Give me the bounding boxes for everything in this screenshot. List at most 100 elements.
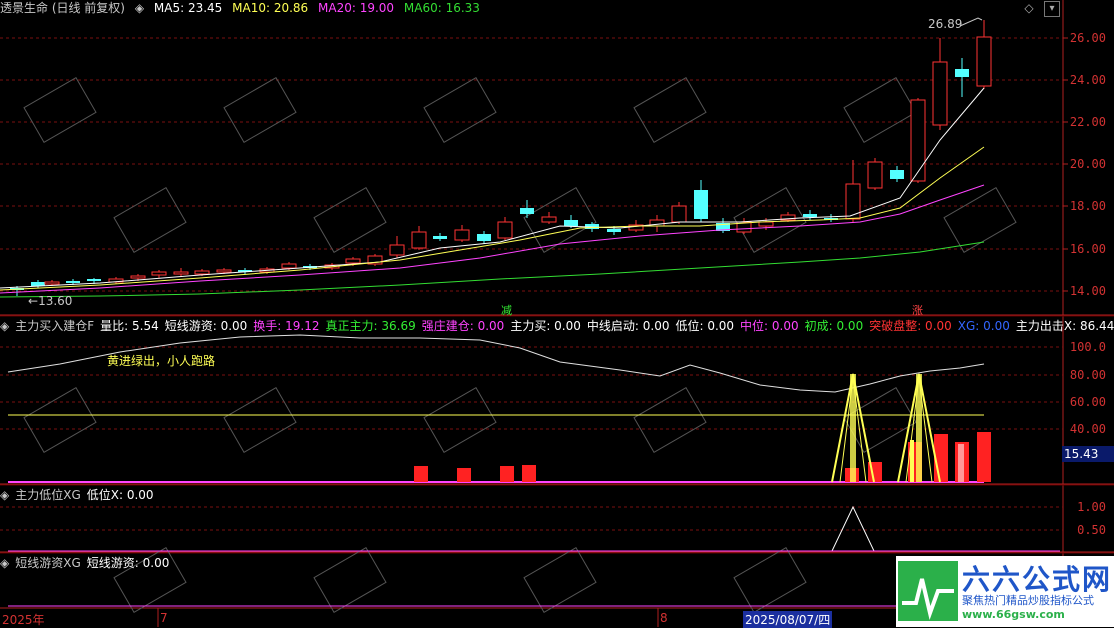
candle-body xyxy=(44,281,60,285)
candle-body xyxy=(389,244,405,256)
candle-body xyxy=(671,205,687,223)
watermark-logo-icon xyxy=(523,186,597,254)
price-axis-tick-5: 16.00 xyxy=(1069,242,1106,256)
watermark-logo-icon xyxy=(113,186,187,254)
price-axis-tick-6: 14.00 xyxy=(1069,284,1106,298)
candle-body xyxy=(607,229,621,232)
watermark-logo-icon xyxy=(633,76,707,144)
candle-body xyxy=(130,275,146,279)
ma20-value: MA20: 19.00 xyxy=(318,1,395,15)
panel2-field-10: 初成: 0.00 xyxy=(804,319,864,333)
candle-body xyxy=(433,236,447,239)
logo-url: www.66gsw.com xyxy=(962,608,1065,621)
candle-body xyxy=(867,161,883,189)
panel2-field-5: 强庄建仓: 0.00 xyxy=(421,319,505,333)
watermark-logo-icon xyxy=(523,546,597,614)
panel2-volume-bar xyxy=(977,432,991,482)
candle-body xyxy=(803,214,817,217)
price-low-value: 13.60 xyxy=(38,294,73,308)
panel2-current-value: 15.43 xyxy=(1062,446,1114,462)
indicator-toggle-icon[interactable]: ◈ xyxy=(0,556,9,570)
panel2-highlight-bar xyxy=(958,444,964,482)
panel4-header: ◈ 短线游资XG 短线游资: 0.00 xyxy=(0,555,175,571)
candle-body xyxy=(564,220,578,226)
panel3-axis-tick-1: 0.50 xyxy=(1077,523,1106,537)
price-axis-tick-1: 24.00 xyxy=(1069,73,1106,87)
panel4-field-0: 短线游资XG xyxy=(15,556,81,570)
candle-body xyxy=(477,234,491,241)
panel2-field-1: 量比: 5.54 xyxy=(100,319,159,333)
watermark-logo-icon xyxy=(633,386,707,454)
panel2-field-13: 主力出击X: 86.44 xyxy=(1015,319,1114,333)
panel2-field-0: 主力买入建仓F xyxy=(15,319,95,333)
watermark-logo-icon xyxy=(23,386,97,454)
candle-body xyxy=(454,229,470,241)
panel2-field-8: 低位: 0.00 xyxy=(675,319,735,333)
marker-zhang: 涨 xyxy=(912,304,923,317)
panel2-volume-bar xyxy=(414,466,428,482)
site-logo: 六六公式网 聚焦热门精品炒股指标公式 www.66gsw.com xyxy=(896,556,1114,627)
candle-body xyxy=(151,271,167,276)
indicator-toggle-icon[interactable]: ◈ xyxy=(0,319,9,333)
footer-year: 2025年 xyxy=(2,613,45,627)
ma60-value: MA60: 16.33 xyxy=(403,1,480,15)
panel2-axis-tick-2: 60.00 xyxy=(1069,395,1106,409)
panel2-field-4: 真正主力: 36.69 xyxy=(325,319,416,333)
candle-body xyxy=(541,216,557,223)
ma-toggle-icon[interactable]: ◈ xyxy=(135,1,144,15)
watermark-logo-icon xyxy=(843,76,917,144)
candle-body xyxy=(87,279,101,281)
price-axis-tick-3: 20.00 xyxy=(1069,157,1106,171)
candle-body xyxy=(173,271,189,275)
panel2-field-2: 短线游资: 0.00 xyxy=(164,319,248,333)
ma60-line xyxy=(0,241,985,298)
panel2-header: ◈ 主力买入建仓F 量比: 5.54 短线游资: 0.00 换手: 19.12 真正主力:… xyxy=(0,318,1114,334)
panel2-field-3: 换手: 19.12 xyxy=(253,319,320,333)
price-high-label: 26.89 xyxy=(928,17,963,31)
price-low-label: ←13.60 xyxy=(28,294,73,308)
watermark-logo-icon xyxy=(223,76,297,144)
panel2-note: 黄进绿出，小人跑路 xyxy=(107,354,216,368)
panel2-field-11: 突破盘整: 0.00 xyxy=(869,319,952,333)
watermark-logo-icon xyxy=(313,546,387,614)
watermark-logo-icon xyxy=(223,386,297,454)
indicator-toggle-icon[interactable]: ◈ xyxy=(0,488,9,502)
panel3-signal-line xyxy=(8,505,1060,552)
candle-body xyxy=(194,270,210,275)
panel2-axis-tick-1: 80.00 xyxy=(1069,368,1106,382)
scroll-down-icon[interactable]: ▾ xyxy=(1044,1,1060,17)
panel4-field-1: 短线游资: 0.00 xyxy=(86,556,170,570)
watermark-logo-icon xyxy=(313,186,387,254)
footer-month-8: 8 xyxy=(660,611,668,625)
panel3-header: ◈ 主力低位XG 低位X: 0.00 xyxy=(0,487,160,503)
ma10-value: MA10: 20.86 xyxy=(232,1,309,15)
price-high-arrow-icon xyxy=(959,17,983,27)
ma20-line xyxy=(0,184,985,294)
stock-title: 透景生命 (日线 前复权) xyxy=(0,1,125,15)
panel2-volume-bar xyxy=(500,466,514,482)
candle-body xyxy=(845,183,861,220)
chart-canvas[interactable] xyxy=(0,0,1114,627)
marker-jian: 减 xyxy=(501,304,512,317)
panel2-field-12: XG: 0.00 xyxy=(957,319,1010,333)
panel2-yellow-bar xyxy=(850,374,856,482)
candle-body xyxy=(345,258,361,264)
footer-cursor-date: 2025/08/07/四 xyxy=(743,611,833,628)
panel2-field-9: 中位: 0.00 xyxy=(740,319,799,333)
diamond-icon[interactable]: ◇ xyxy=(1022,1,1036,15)
panel2-yellow-bar xyxy=(910,440,914,482)
candle-body xyxy=(976,36,992,87)
logo-emblem-icon xyxy=(898,561,958,621)
panel3-field-0: 主力低位XG xyxy=(15,488,81,502)
watermark-logo-icon xyxy=(23,76,97,144)
panel2-volume-bar xyxy=(457,468,471,482)
panel2-field-6: 主力买: 0.00 xyxy=(510,319,581,333)
panel3-field-1: 低位X: 0.00 xyxy=(86,488,154,502)
candle-body xyxy=(890,170,904,179)
panel2-axis-tick-0: 100.0 xyxy=(1069,340,1106,354)
candle-body xyxy=(216,269,232,273)
candle-body xyxy=(910,99,926,182)
watermark-logo-icon xyxy=(733,546,807,614)
main-header: 透景生命 (日线 前复权) ◈ MA5: 23.45 MA10: 20.86 M… xyxy=(0,0,486,16)
logo-subtitle: 聚焦热门精品炒股指标公式 xyxy=(962,594,1094,607)
